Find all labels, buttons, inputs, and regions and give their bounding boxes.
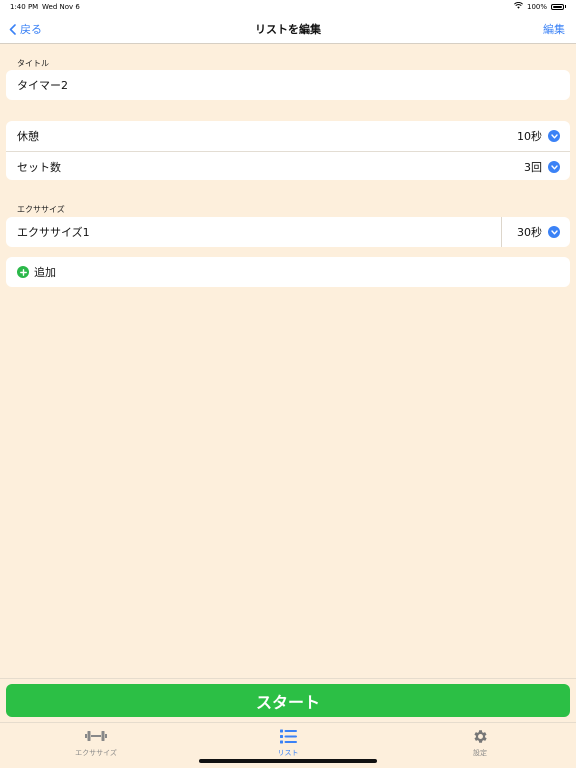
rest-row[interactable]: 休憩 10秒 [6, 121, 570, 151]
wifi-icon [514, 2, 523, 11]
add-exercise-button[interactable]: 追加 [6, 257, 570, 287]
status-bar: 1:40 PM Wed Nov 6 100% [0, 0, 576, 14]
status-right: 100% [514, 2, 566, 11]
tab-exercise-label: エクササイズ [75, 749, 117, 757]
battery-icon [551, 3, 564, 10]
divider [501, 217, 502, 247]
title-section-label: タイトル [17, 59, 49, 68]
home-indicator [199, 759, 377, 763]
status-date: Wed Nov 6 [42, 3, 80, 11]
exercise-duration: 30秒 [517, 226, 542, 239]
title-input[interactable]: タイマー2 [6, 70, 570, 100]
edit-button[interactable]: 編集 [543, 21, 565, 37]
tab-settings-label: 設定 [473, 749, 487, 757]
tab-settings[interactable]: 設定 [430, 727, 530, 758]
chevron-down-icon[interactable] [548, 130, 560, 142]
title-value: タイマー2 [17, 79, 68, 92]
status-time: 1:40 PM [10, 3, 39, 11]
plus-circle-icon [17, 266, 29, 278]
exercise-row[interactable]: エクササイズ1 30秒 [6, 217, 570, 247]
chevron-down-icon[interactable] [548, 161, 560, 173]
sets-row[interactable]: セット数 3回 [6, 151, 570, 181]
divider [0, 678, 576, 679]
gear-icon [430, 727, 530, 745]
sets-label: セット数 [17, 160, 61, 174]
add-card: 追加 [6, 257, 570, 287]
title-card: タイマー2 [6, 70, 570, 100]
list-icon [238, 727, 338, 745]
start-button[interactable]: スタート [6, 684, 570, 717]
chevron-down-icon[interactable] [548, 226, 560, 238]
rest-value: 10秒 [517, 130, 542, 143]
dumbbell-icon [46, 727, 146, 745]
tab-list[interactable]: リスト [238, 727, 338, 758]
sets-value: 3回 [524, 160, 542, 174]
tab-exercise[interactable]: エクササイズ [46, 727, 146, 758]
settings-card: 休憩 10秒 セット数 3回 [6, 121, 570, 180]
add-label: 追加 [34, 266, 56, 279]
exercise-card: エクササイズ1 30秒 [6, 217, 570, 247]
exercise-section-label: エクササイズ [17, 205, 65, 214]
tab-list-label: リスト [277, 749, 299, 757]
rest-label: 休憩 [17, 130, 39, 143]
exercise-name: エクササイズ1 [17, 226, 90, 239]
battery-percent: 100% [526, 2, 547, 11]
page-title: リストを編集 [255, 23, 321, 36]
nav-bar: 戻る リストを編集 編集 [0, 14, 576, 44]
